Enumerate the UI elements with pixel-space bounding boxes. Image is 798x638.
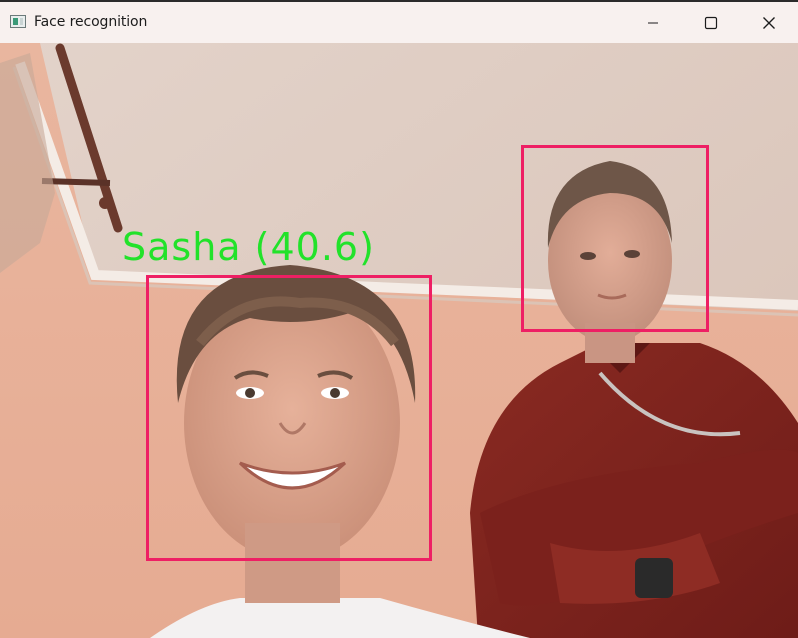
maximize-button[interactable] — [682, 2, 740, 43]
face-recognition-label: Sasha (40.6) — [122, 225, 375, 269]
face-recognition-window: Face recognition Sasha (40.6) — [0, 0, 798, 638]
face-detection-box — [521, 145, 709, 332]
maximize-icon — [704, 16, 718, 29]
face-detection-box — [146, 275, 432, 561]
window-title: Face recognition — [34, 14, 148, 30]
camera-video-frame: Sasha (40.6) — [0, 43, 798, 638]
app-window-icon — [10, 15, 26, 28]
title-bar[interactable]: Face recognition — [0, 0, 798, 43]
close-icon — [763, 16, 775, 29]
minimize-icon — [648, 22, 658, 23]
close-button[interactable] — [740, 2, 798, 43]
minimize-button[interactable] — [624, 2, 682, 43]
